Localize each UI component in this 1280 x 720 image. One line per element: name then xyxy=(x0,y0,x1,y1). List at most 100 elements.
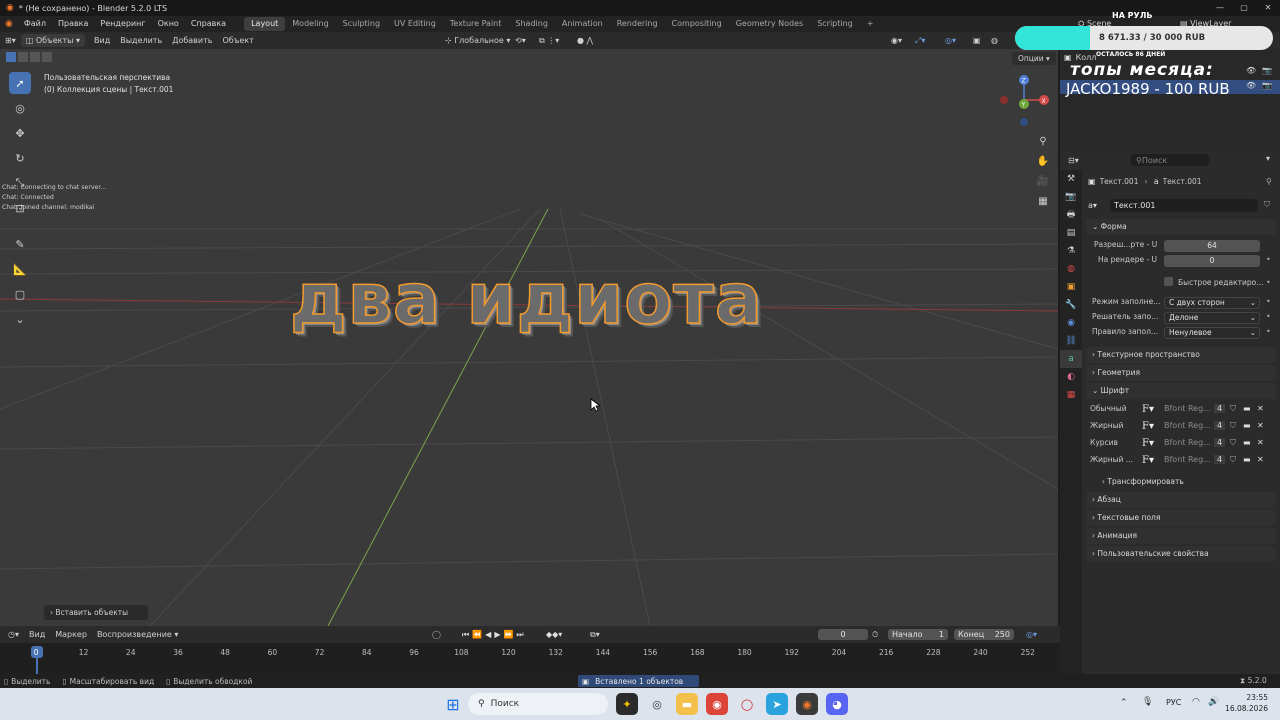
overlay-toggle-icon[interactable]: ◎▾ xyxy=(940,32,961,49)
tool-tab-icon[interactable]: ⚒ xyxy=(1060,170,1082,188)
tab-animation[interactable]: Animation xyxy=(555,17,610,31)
tray-expand-icon[interactable]: ⌃ xyxy=(1120,698,1128,708)
stopwatch-icon[interactable]: ⏱ xyxy=(872,630,878,640)
keyframe-dot-icon[interactable]: • xyxy=(1266,255,1271,264)
section-geometry[interactable]: › Геометрия xyxy=(1086,365,1276,381)
view-layer-tab-icon[interactable]: ▤ xyxy=(1060,224,1082,242)
xray-icon[interactable]: ▣ xyxy=(968,32,986,49)
snap-icon[interactable]: ⧉ ⋮▾ xyxy=(534,32,564,49)
constraint-tab-icon[interactable]: ⛓ xyxy=(1060,332,1082,350)
folder-icon[interactable]: ▬ xyxy=(1243,421,1251,430)
folder-icon[interactable]: ▬ xyxy=(1243,404,1251,413)
shading-wireframe-icon[interactable]: ◍ xyxy=(986,32,1003,49)
opera-icon[interactable]: ◯ xyxy=(736,693,758,715)
tab-compositing[interactable]: Compositing xyxy=(665,17,729,31)
pin-icon[interactable]: ⚲ xyxy=(1266,177,1272,186)
render-resolution-u-field[interactable]: 0 xyxy=(1164,255,1260,267)
fake-user-shield-icon[interactable]: ⛉ xyxy=(1230,438,1236,448)
blender-menu-icon[interactable]: ◉ xyxy=(0,19,18,29)
camera-render-icon[interactable]: 📷 xyxy=(1262,81,1272,90)
mode-selector[interactable]: ◫ Объекты ▾ xyxy=(20,34,86,47)
tab-texture-paint[interactable]: Texture Paint xyxy=(443,17,509,31)
menu-select[interactable]: Выделить xyxy=(115,32,167,49)
select-mode-subtract-icon[interactable] xyxy=(30,52,40,62)
timeline-editor-type-icon[interactable]: ◷▾ xyxy=(8,630,19,639)
font-icon[interactable]: F▾ xyxy=(1142,421,1154,432)
editor-type-icon[interactable]: ⊞▾ xyxy=(0,32,21,49)
section-animation[interactable]: › Анимация xyxy=(1086,528,1276,544)
properties-editor-type-icon[interactable]: ⊟▾ xyxy=(1068,156,1079,165)
fill-mode-dropdown[interactable]: С двух сторон ⌄ xyxy=(1164,297,1260,309)
end-frame-field[interactable]: Конец 250 xyxy=(954,629,1014,640)
menu-add[interactable]: Добавить xyxy=(167,32,217,49)
options-button[interactable]: Опции ▾ xyxy=(1012,52,1056,65)
visibility-icon[interactable]: ◉▾ xyxy=(886,32,907,49)
select-mode-extend-icon[interactable] xyxy=(18,52,28,62)
render-tab-icon[interactable]: 📷 xyxy=(1060,188,1082,206)
font-icon[interactable]: F▾ xyxy=(1142,404,1154,415)
select-tool-icon[interactable]: ➚ xyxy=(9,72,31,94)
add-mesh-tool-icon[interactable]: ⌄ xyxy=(9,308,31,330)
unlink-icon[interactable]: ✕ xyxy=(1257,438,1264,447)
text-data-tab-icon[interactable]: a xyxy=(1060,350,1082,368)
volume-icon[interactable]: 🔊 xyxy=(1208,697,1219,707)
keyframe-dot-icon[interactable]: • xyxy=(1266,327,1271,336)
playback-controls[interactable]: ⏮⏪◀▶⏩⏭ xyxy=(462,630,527,640)
timeline-overlay-icon[interactable]: ◎▾ xyxy=(1026,630,1037,639)
tab-layout[interactable]: Layout xyxy=(244,17,286,31)
current-frame-field[interactable]: 0 xyxy=(818,629,868,640)
menu-render[interactable]: Рендеринг xyxy=(94,16,151,32)
menu-help[interactable]: Справка xyxy=(185,16,232,32)
add-workspace-button[interactable]: + xyxy=(860,17,881,31)
unlink-icon[interactable]: ✕ xyxy=(1257,455,1264,464)
3d-viewport[interactable]: два идиота xyxy=(0,49,1058,626)
discord-icon[interactable]: ◕ xyxy=(826,693,848,715)
section-shape[interactable]: ⌄ Форма xyxy=(1086,219,1276,235)
gizmo-neg-x-axis[interactable] xyxy=(1000,96,1008,104)
github-icon[interactable]: ◎ xyxy=(646,693,668,715)
font-name[interactable]: Bfont Reg... xyxy=(1164,421,1211,430)
menu-object[interactable]: Объект xyxy=(217,32,258,49)
world-tab-icon[interactable]: ◍ xyxy=(1060,260,1082,278)
keyframe-dot-icon[interactable]: • xyxy=(1266,297,1271,306)
fake-user-shield-icon[interactable]: ⛉ xyxy=(1230,404,1236,414)
maximize-button[interactable]: ▢ xyxy=(1232,0,1256,16)
timeline-menu-marker[interactable]: Маркер xyxy=(55,630,87,639)
select-mode-new-icon[interactable] xyxy=(6,52,16,62)
blender-taskbar-icon[interactable]: ◉ xyxy=(796,693,818,715)
tab-scripting[interactable]: Scripting xyxy=(810,17,860,31)
gizmo-neg-z-axis[interactable] xyxy=(1020,118,1028,126)
keying-set-icon[interactable]: ⧉▾ xyxy=(590,630,600,640)
folder-icon[interactable]: ▬ xyxy=(1243,455,1251,464)
font-icon[interactable]: F▾ xyxy=(1142,438,1154,449)
menu-file[interactable]: Файл xyxy=(18,16,52,32)
scene-tab-icon[interactable]: ⚗ xyxy=(1060,242,1082,260)
start-frame-field[interactable]: Начало 1 xyxy=(888,629,948,640)
tab-shading[interactable]: Shading xyxy=(508,17,555,31)
add-cube-tool-icon[interactable]: ▢ xyxy=(9,283,31,305)
grid-ortho-icon[interactable]: ▦ xyxy=(1034,192,1052,212)
eye-icon[interactable]: 👁 xyxy=(1246,81,1256,90)
zoom-icon[interactable]: ⚲ xyxy=(1034,132,1052,152)
measure-tool-icon[interactable]: 📐 xyxy=(9,258,31,280)
output-tab-icon[interactable]: 🖶 xyxy=(1060,206,1082,224)
pivot-icon[interactable]: ⟲▾ xyxy=(510,32,531,49)
folder-icon[interactable]: ▬ xyxy=(1243,438,1251,447)
unlink-icon[interactable]: ✕ xyxy=(1257,421,1264,430)
move-tool-icon[interactable]: ✥ xyxy=(9,122,31,144)
menu-window[interactable]: Окно xyxy=(152,16,185,32)
wifi-icon[interactable]: ◠ xyxy=(1192,697,1200,707)
navigation-gizmo[interactable]: X Z Y xyxy=(998,72,1054,128)
section-paragraph[interactable]: › Абзац xyxy=(1086,492,1276,508)
texture-tab-icon[interactable]: ▦ xyxy=(1060,386,1082,404)
taskbar-search-input[interactable]: ⚲ Поиск xyxy=(468,693,608,715)
chrome-icon[interactable]: ◉ xyxy=(706,693,728,715)
tab-modeling[interactable]: Modeling xyxy=(285,17,335,31)
tab-uv-editing[interactable]: UV Editing xyxy=(387,17,443,31)
pan-hand-icon[interactable]: ✋ xyxy=(1034,152,1052,172)
font-name[interactable]: Bfont Reg... xyxy=(1164,438,1211,447)
fake-user-shield-icon[interactable]: ⛉ xyxy=(1230,421,1236,431)
fast-edit-checkbox[interactable] xyxy=(1164,277,1173,286)
fill-rule-dropdown[interactable]: Ненулевое ⌄ xyxy=(1164,327,1260,339)
menu-edit[interactable]: Правка xyxy=(52,16,94,32)
